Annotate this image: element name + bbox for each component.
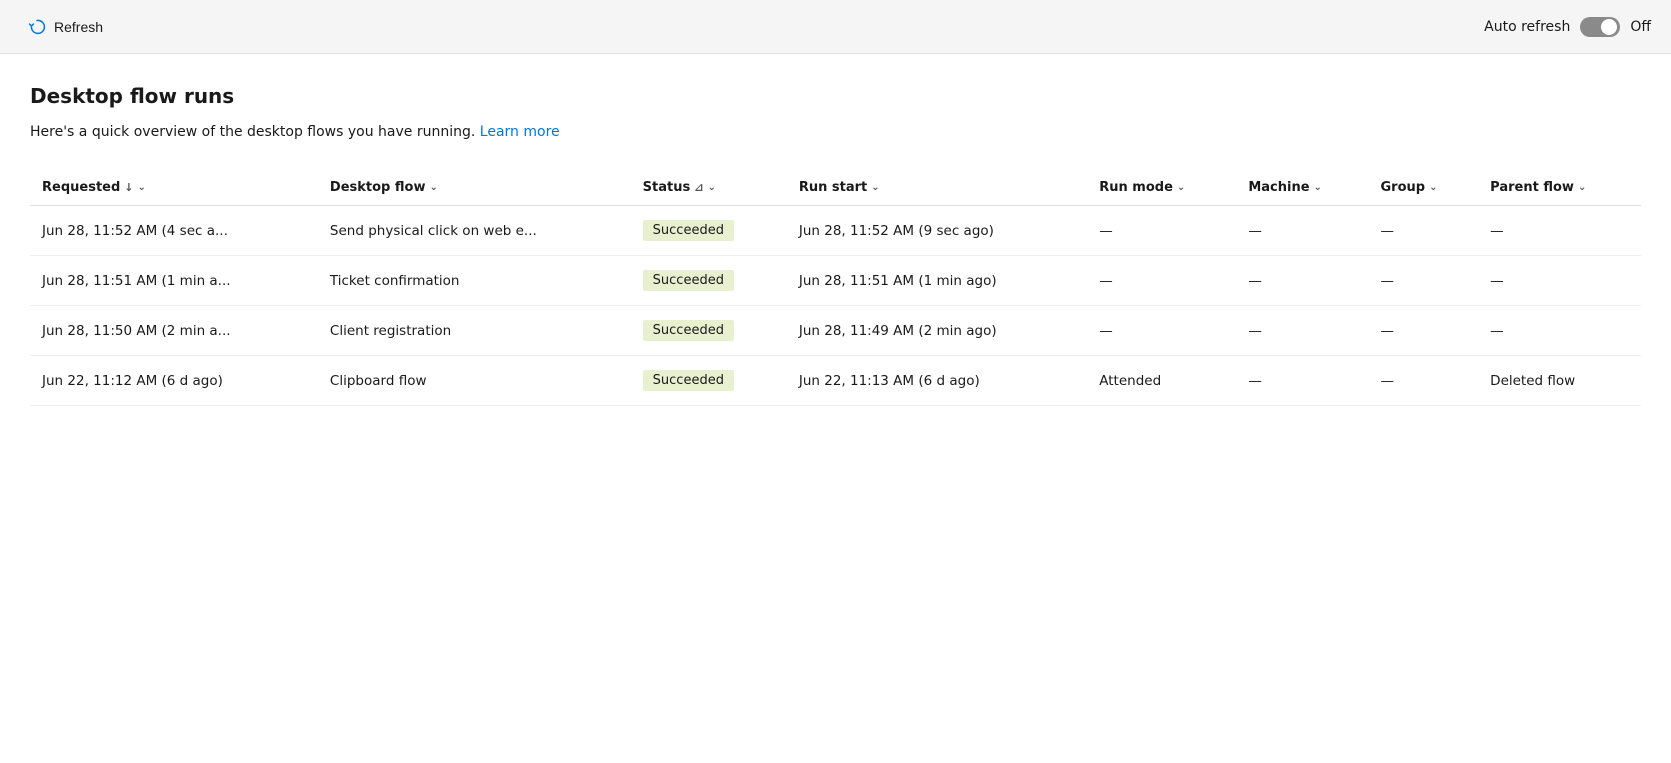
cell-desktop-flow: Send physical click on web e... — [318, 206, 631, 256]
col-status-label: Status — [643, 180, 691, 195]
cell-run-mode: — — [1087, 256, 1236, 306]
page-title: Desktop flow runs — [30, 84, 1641, 108]
table-header-row: Requested ↓ ⌄ Desktop flow ⌄ Status ⊿ — [30, 170, 1641, 206]
chevron-machine-icon: ⌄ — [1314, 182, 1322, 193]
toggle-knob — [1601, 19, 1617, 35]
flow-runs-table: Requested ↓ ⌄ Desktop flow ⌄ Status ⊿ — [30, 170, 1641, 406]
cell-group: — — [1369, 256, 1479, 306]
col-group-label: Group — [1381, 180, 1426, 195]
cell-group: — — [1369, 356, 1479, 406]
col-header-run-mode[interactable]: Run mode ⌄ — [1087, 170, 1236, 206]
chevron-requested-icon: ⌄ — [138, 182, 146, 193]
col-header-requested[interactable]: Requested ↓ ⌄ — [30, 170, 318, 206]
status-badge: Succeeded — [643, 320, 734, 341]
cell-run-start: Jun 28, 11:49 AM (2 min ago) — [787, 306, 1087, 356]
cell-machine: — — [1236, 356, 1368, 406]
cell-run-mode: — — [1087, 306, 1236, 356]
cell-run-start: Jun 28, 11:51 AM (1 min ago) — [787, 256, 1087, 306]
cell-desktop-flow: Ticket confirmation — [318, 256, 631, 306]
page-description: Here's a quick overview of the desktop f… — [30, 124, 1641, 140]
col-header-machine[interactable]: Machine ⌄ — [1236, 170, 1368, 206]
cell-parent-flow: Deleted flow — [1478, 356, 1641, 406]
cell-parent-flow: — — [1478, 306, 1641, 356]
cell-status: Succeeded — [631, 256, 787, 306]
cell-group: — — [1369, 206, 1479, 256]
chevron-parent-flow-icon: ⌄ — [1578, 182, 1586, 193]
cell-desktop-flow: Clipboard flow — [318, 356, 631, 406]
status-badge: Succeeded — [643, 270, 734, 291]
cell-desktop-flow: Client registration — [318, 306, 631, 356]
col-header-parent-flow[interactable]: Parent flow ⌄ — [1478, 170, 1641, 206]
cell-status: Succeeded — [631, 306, 787, 356]
col-run-start-label: Run start — [799, 180, 867, 195]
description-text: Here's a quick overview of the desktop f… — [30, 124, 475, 140]
auto-refresh-toggle[interactable] — [1580, 17, 1620, 37]
cell-machine: — — [1236, 256, 1368, 306]
col-requested-label: Requested — [42, 180, 120, 195]
table-row[interactable]: Jun 28, 11:50 AM (2 min a...Client regis… — [30, 306, 1641, 356]
col-run-mode-label: Run mode — [1099, 180, 1173, 195]
chevron-status-icon: ⌄ — [707, 182, 715, 193]
cell-requested: Jun 28, 11:51 AM (1 min a... — [30, 256, 318, 306]
status-badge: Succeeded — [643, 220, 734, 241]
cell-parent-flow: — — [1478, 206, 1641, 256]
status-badge: Succeeded — [643, 370, 734, 391]
cell-status: Succeeded — [631, 356, 787, 406]
chevron-run-mode-icon: ⌄ — [1177, 182, 1185, 193]
table-row[interactable]: Jun 22, 11:12 AM (6 d ago)Clipboard flow… — [30, 356, 1641, 406]
col-header-status[interactable]: Status ⊿ ⌄ — [631, 170, 787, 206]
cell-parent-flow: — — [1478, 256, 1641, 306]
refresh-icon — [28, 18, 46, 36]
chevron-desktop-flow-icon: ⌄ — [429, 182, 437, 193]
cell-requested: Jun 28, 11:50 AM (2 min a... — [30, 306, 318, 356]
refresh-button[interactable]: Refresh — [20, 14, 111, 40]
cell-status: Succeeded — [631, 206, 787, 256]
refresh-label: Refresh — [54, 19, 103, 35]
top-bar: Refresh Auto refresh Off — [0, 0, 1671, 54]
auto-refresh-area: Auto refresh Off — [1484, 17, 1651, 37]
cell-run-start: Jun 22, 11:13 AM (6 d ago) — [787, 356, 1087, 406]
sort-down-icon: ↓ — [124, 181, 133, 194]
cell-machine: — — [1236, 206, 1368, 256]
cell-requested: Jun 28, 11:52 AM (4 sec a... — [30, 206, 318, 256]
col-parent-flow-label: Parent flow — [1490, 180, 1574, 195]
auto-refresh-label: Auto refresh — [1484, 19, 1570, 35]
cell-requested: Jun 22, 11:12 AM (6 d ago) — [30, 356, 318, 406]
cell-run-start: Jun 28, 11:52 AM (9 sec ago) — [787, 206, 1087, 256]
main-content: Desktop flow runs Here's a quick overvie… — [0, 54, 1671, 763]
cell-run-mode: Attended — [1087, 356, 1236, 406]
col-header-run-start[interactable]: Run start ⌄ — [787, 170, 1087, 206]
table-row[interactable]: Jun 28, 11:51 AM (1 min a...Ticket confi… — [30, 256, 1641, 306]
filter-status-icon: ⊿ — [694, 181, 703, 194]
col-machine-label: Machine — [1248, 180, 1309, 195]
cell-machine: — — [1236, 306, 1368, 356]
chevron-group-icon: ⌄ — [1429, 182, 1437, 193]
cell-group: — — [1369, 306, 1479, 356]
col-header-desktop-flow[interactable]: Desktop flow ⌄ — [318, 170, 631, 206]
learn-more-link[interactable]: Learn more — [480, 124, 560, 140]
chevron-run-start-icon: ⌄ — [871, 182, 879, 193]
cell-run-mode: — — [1087, 206, 1236, 256]
toggle-state-label: Off — [1630, 19, 1651, 35]
col-header-group[interactable]: Group ⌄ — [1369, 170, 1479, 206]
table-row[interactable]: Jun 28, 11:52 AM (4 sec a...Send physica… — [30, 206, 1641, 256]
col-desktop-flow-label: Desktop flow — [330, 180, 426, 195]
